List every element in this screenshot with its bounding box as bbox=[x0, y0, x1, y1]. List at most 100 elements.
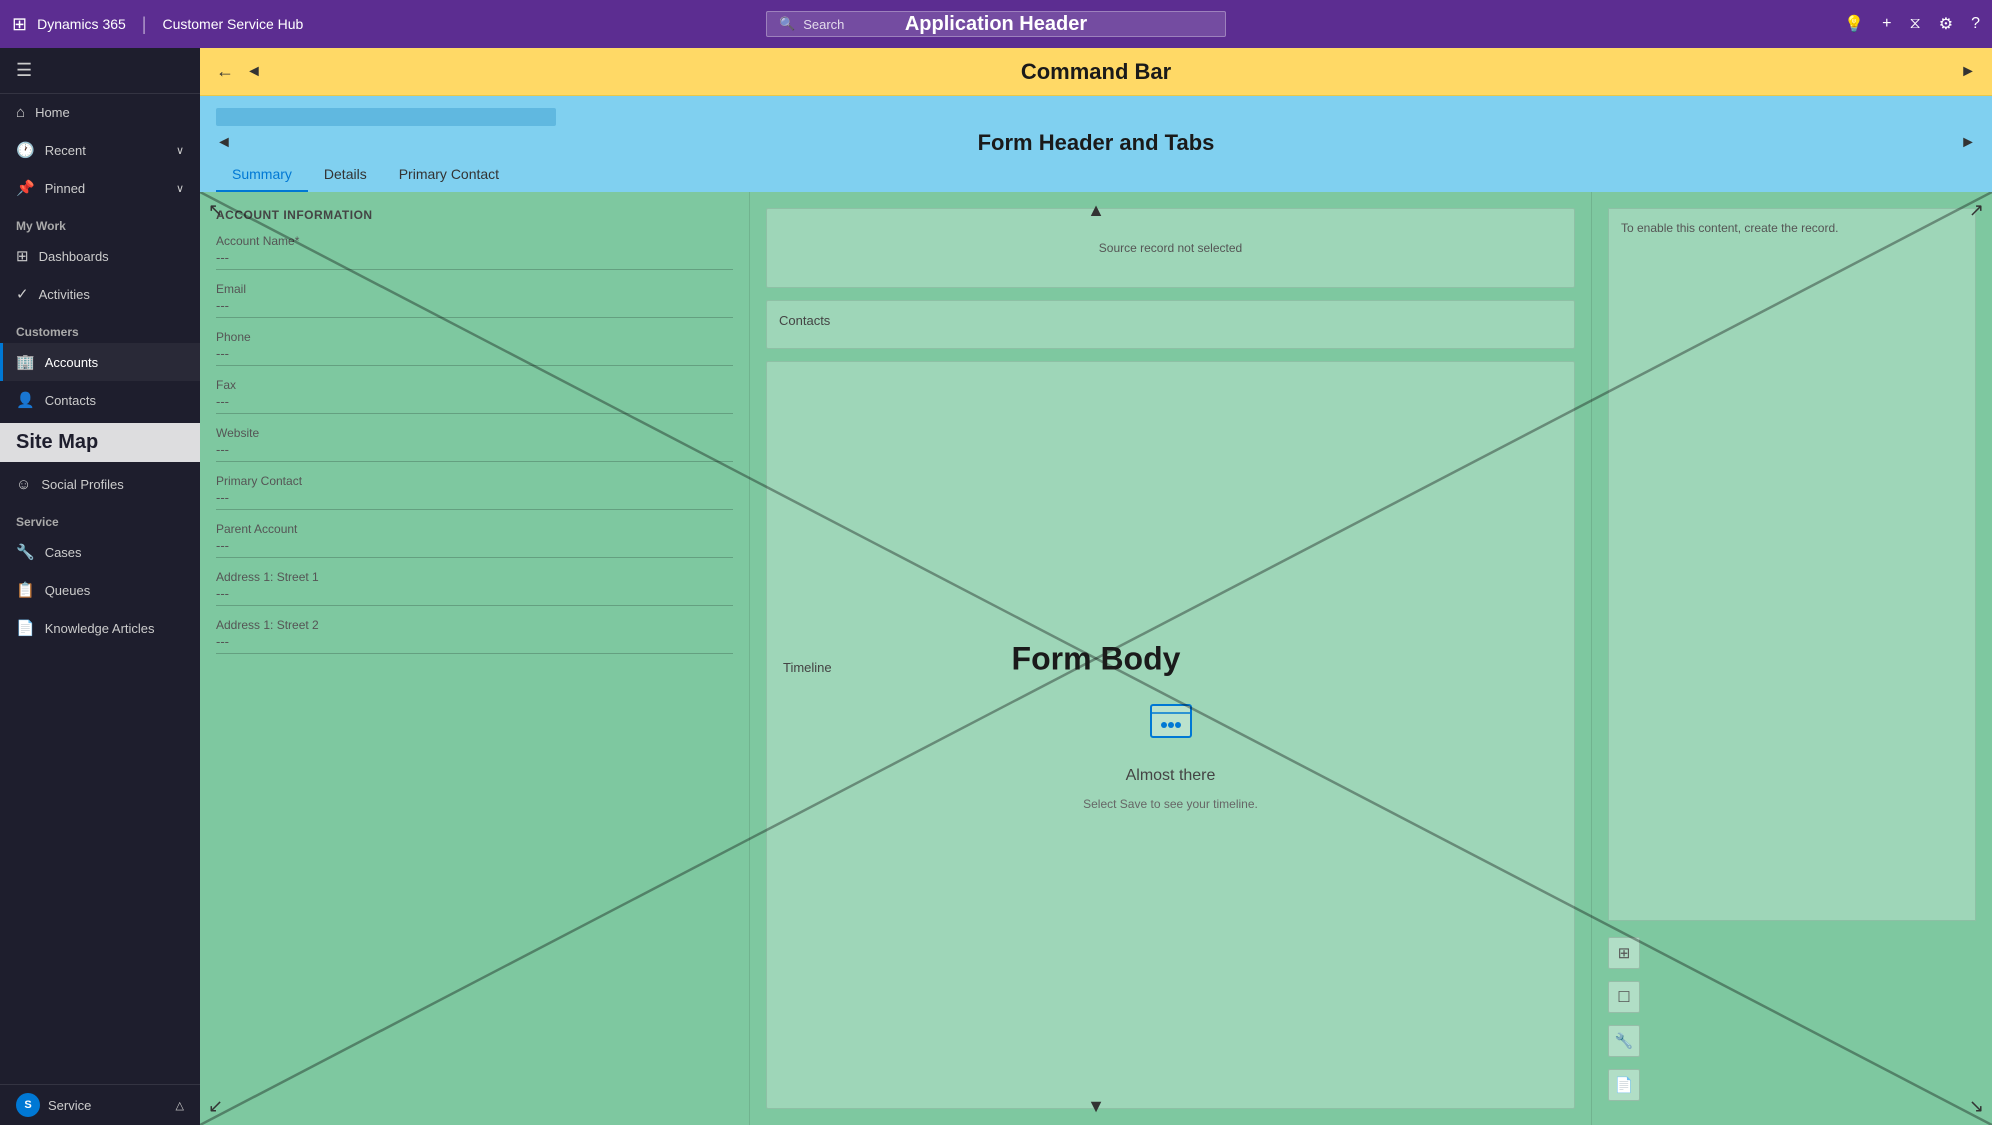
dashboards-icon: ⊞ bbox=[16, 247, 29, 265]
cmd-arrow-right: ► bbox=[1960, 63, 1976, 81]
accounts-icon: 🏢 bbox=[16, 353, 35, 371]
field-address1-street2: Address 1: Street 2 --- bbox=[216, 618, 733, 654]
sidebar-item-cases-label: Cases bbox=[45, 545, 82, 560]
field-label-phone: Phone bbox=[216, 330, 733, 344]
sidebar-item-home[interactable]: ⌂ Home bbox=[0, 94, 200, 131]
my-work-section: My Work bbox=[0, 207, 200, 237]
form-body: ↖ ↗ ↙ ↘ ▲ ▼ Form Body ACCOUNT INFORMATIO… bbox=[200, 192, 1992, 1125]
home-icon: ⌂ bbox=[16, 104, 25, 121]
sidebar-item-pinned[interactable]: 📌 Pinned ∨ bbox=[0, 169, 200, 207]
add-icon[interactable]: + bbox=[1882, 15, 1891, 33]
header-actions: 💡 + ⧖ ⚙ ? bbox=[1844, 14, 1980, 34]
filter-icon[interactable]: ⧖ bbox=[1910, 15, 1921, 33]
form-tabs: Summary Details Primary Contact bbox=[216, 158, 1976, 192]
sidebar-item-home-label: Home bbox=[35, 105, 70, 120]
field-value-account-name[interactable]: --- bbox=[216, 250, 229, 265]
search-placeholder: Search bbox=[803, 17, 844, 32]
form-header: ◄ Form Header and Tabs ► Summary Details… bbox=[200, 96, 1992, 192]
recent-chevron-icon: ∨ bbox=[176, 144, 184, 157]
field-value-primary-contact[interactable]: --- bbox=[216, 490, 229, 505]
field-value-address1-street2[interactable]: --- bbox=[216, 634, 229, 649]
timeline-message: Select Save to see your timeline. bbox=[1083, 797, 1258, 811]
sidebar-item-contacts[interactable]: 👤 Contacts bbox=[0, 381, 200, 419]
user-avatar: S bbox=[16, 1093, 40, 1117]
sidebar-item-cases[interactable]: 🔧 Cases bbox=[0, 533, 200, 571]
form-header-title: Form Header and Tabs bbox=[978, 130, 1215, 156]
form-header-arrow-right: ► bbox=[1960, 134, 1976, 152]
field-value-email[interactable]: --- bbox=[216, 298, 229, 313]
settings-icon[interactable]: ⚙ bbox=[1939, 14, 1953, 34]
help-icon[interactable]: ? bbox=[1971, 15, 1980, 33]
sidebar-bottom-label: Service bbox=[48, 1098, 91, 1113]
field-account-name: Account Name* --- bbox=[216, 234, 733, 270]
field-label-address1-street1: Address 1: Street 1 bbox=[216, 570, 733, 584]
command-bar-title: Command Bar bbox=[1021, 59, 1171, 85]
field-value-address1-street1[interactable]: --- bbox=[216, 586, 229, 601]
cmd-arrow-left: ◄ bbox=[246, 63, 262, 81]
corner-arrow-br: ↘ bbox=[1969, 1096, 1984, 1117]
field-parent-account: Parent Account --- bbox=[216, 522, 733, 558]
field-value-fax[interactable]: --- bbox=[216, 394, 229, 409]
top-arrow: ▲ bbox=[1087, 200, 1105, 221]
customers-section: Customers bbox=[0, 313, 200, 343]
sidebar-item-dashboards-label: Dashboards bbox=[39, 249, 109, 264]
activities-icon: ✓ bbox=[16, 285, 29, 303]
record-name-bar bbox=[216, 108, 556, 126]
action-btn-wrench[interactable]: 🔧 bbox=[1608, 1025, 1640, 1057]
corner-arrow-tl: ↖ bbox=[208, 200, 223, 221]
sidebar-item-activities[interactable]: ✓ Activities bbox=[0, 275, 200, 313]
command-bar: ← ◄ Command Bar ► bbox=[200, 48, 1992, 96]
field-label-account-name: Account Name* bbox=[216, 234, 733, 248]
back-button[interactable]: ← bbox=[216, 61, 234, 82]
pinned-icon: 📌 bbox=[16, 179, 35, 197]
sidebar-item-recent[interactable]: 🕐 Recent ∨ bbox=[0, 131, 200, 169]
sidebar-item-social-profiles[interactable]: ☺ Social Profiles bbox=[0, 466, 200, 503]
queues-icon: 📋 bbox=[16, 581, 35, 599]
sidebar: ☰ ⌂ Home 🕐 Recent ∨ 📌 Pinned ∨ My Work ⊞… bbox=[0, 48, 200, 1125]
sidebar-item-dashboards[interactable]: ⊞ Dashboards bbox=[0, 237, 200, 275]
field-phone: Phone --- bbox=[216, 330, 733, 366]
field-label-parent-account: Parent Account bbox=[216, 522, 733, 536]
lightbulb-icon[interactable]: 💡 bbox=[1844, 14, 1864, 34]
form-body-label: Form Body bbox=[1012, 640, 1181, 677]
module-name: Customer Service Hub bbox=[162, 16, 303, 32]
app-name-label: Dynamics 365 bbox=[37, 16, 126, 32]
enable-content-message: To enable this content, create the recor… bbox=[1621, 221, 1838, 235]
action-btn-window[interactable]: ☐ bbox=[1608, 981, 1640, 1013]
waffle-icon[interactable]: ⊞ bbox=[12, 14, 27, 35]
field-value-parent-account[interactable]: --- bbox=[216, 538, 229, 553]
sidebar-item-queues[interactable]: 📋 Queues bbox=[0, 571, 200, 609]
search-bar[interactable]: 🔍 Search bbox=[766, 11, 1226, 37]
sidebar-item-accounts[interactable]: 🏢 Accounts bbox=[0, 343, 200, 381]
bottom-arrow: ▼ bbox=[1087, 1096, 1105, 1117]
recent-icon: 🕐 bbox=[16, 141, 35, 159]
field-label-primary-contact: Primary Contact bbox=[216, 474, 733, 488]
timeline-almost-there-label: Almost there bbox=[1126, 767, 1216, 785]
site-map-label: Site Map bbox=[0, 423, 200, 462]
field-value-phone[interactable]: --- bbox=[216, 346, 229, 361]
field-fax: Fax --- bbox=[216, 378, 733, 414]
timeline-icon bbox=[1146, 695, 1196, 755]
header-separator: | bbox=[142, 14, 147, 35]
sidebar-bottom[interactable]: S Service △ bbox=[0, 1084, 200, 1125]
field-label-fax: Fax bbox=[216, 378, 733, 392]
sidebar-item-activities-label: Activities bbox=[39, 287, 90, 302]
action-btn-document[interactable]: 📄 bbox=[1608, 1069, 1640, 1101]
sidebar-item-accounts-label: Accounts bbox=[45, 355, 98, 370]
content-area: ← ◄ Command Bar ► ◄ Form Header and Tabs… bbox=[200, 48, 1992, 1125]
field-address1-street1: Address 1: Street 1 --- bbox=[216, 570, 733, 606]
service-section: Service bbox=[0, 503, 200, 533]
form-header-arrow-left: ◄ bbox=[216, 134, 232, 152]
sidebar-item-pinned-label: Pinned bbox=[45, 181, 85, 196]
field-primary-contact: Primary Contact --- bbox=[216, 474, 733, 510]
action-btn-grid[interactable]: ⊞ bbox=[1608, 937, 1640, 969]
brand: ⊞ Dynamics 365 bbox=[12, 14, 126, 35]
search-icon: 🔍 bbox=[779, 16, 795, 32]
hamburger-button[interactable]: ☰ bbox=[0, 48, 200, 94]
sidebar-item-knowledge-articles[interactable]: 📄 Knowledge Articles bbox=[0, 609, 200, 647]
tab-summary[interactable]: Summary bbox=[216, 158, 308, 192]
tab-details[interactable]: Details bbox=[308, 158, 383, 192]
field-value-website[interactable]: --- bbox=[216, 442, 229, 457]
tab-primary-contact[interactable]: Primary Contact bbox=[383, 158, 515, 192]
corner-arrow-tr: ↗ bbox=[1969, 200, 1984, 221]
